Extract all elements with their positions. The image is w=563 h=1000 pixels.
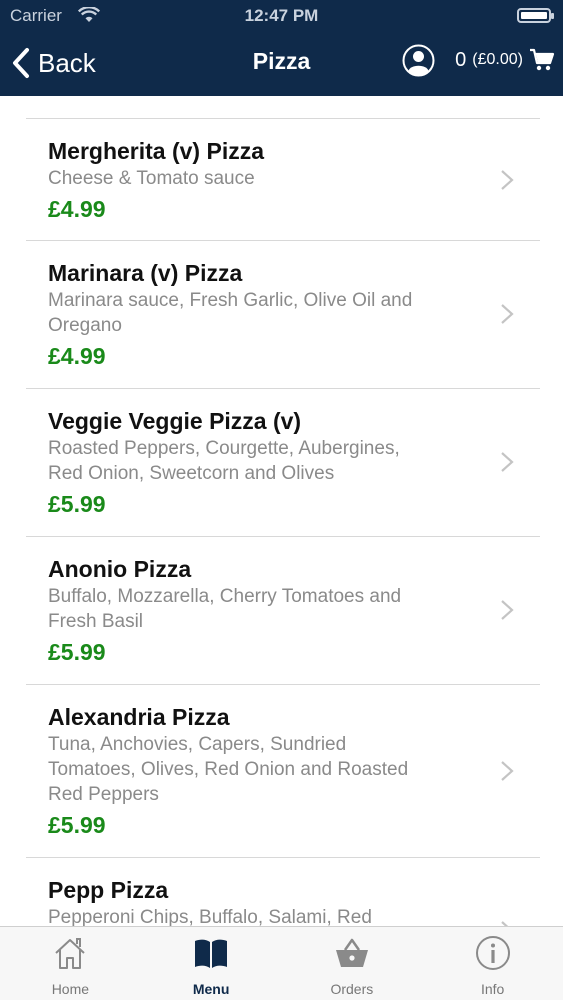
tab-bar: Home Menu Orders Info — [0, 926, 563, 1000]
menu-item[interactable]: Anonio Pizza Buffalo, Mozzarella, Cherry… — [26, 537, 540, 685]
cart-button[interactable]: 0 (£0.00) — [455, 48, 555, 72]
menu-item[interactable]: Veggie Veggie Pizza (v) Roasted Peppers,… — [26, 389, 540, 537]
info-icon — [475, 936, 510, 970]
item-description-line: Red Onion, Sweetcorn and Olives — [48, 463, 335, 484]
item-name: Pepp Pizza — [48, 877, 169, 903]
chevron-right-icon — [501, 304, 514, 324]
cart-icon — [530, 48, 555, 71]
item-name: Veggie Veggie Pizza (v) — [48, 408, 302, 434]
tab-label: Home — [51, 981, 90, 997]
tab-menu[interactable]: Menu — [141, 927, 282, 1000]
item-description-line: Buffalo, Mozzarella, Cherry Tomatoes and — [48, 586, 402, 607]
cart-count: 0 — [455, 48, 467, 71]
menu-list: Mergherita (v) Pizza Cheese & Tomato sau… — [0, 96, 563, 926]
item-name: Mergherita (v) Pizza — [48, 138, 264, 164]
chevron-right-icon — [501, 761, 514, 781]
tab-label: Menu — [192, 981, 230, 997]
tab-label: Orders — [330, 981, 374, 997]
item-name: Anonio Pizza — [48, 556, 192, 582]
home-icon — [55, 938, 86, 969]
profile-icon[interactable] — [402, 44, 435, 77]
item-description-line: Oregano — [48, 315, 122, 336]
item-description: Cheese & Tomato sauce — [48, 168, 255, 189]
item-price: £5.99 — [48, 639, 106, 665]
menu-item[interactable]: Marinara (v) Pizza Marinara sauce, Fresh… — [26, 241, 540, 389]
item-description-line: Fresh Basil — [48, 611, 144, 632]
item-price: £5.99 — [48, 812, 106, 838]
top-bar: Carrier 12:47 PM Back Pizza 0 (£0.00) — [0, 0, 563, 96]
menu-item[interactable]: Alexandria Pizza Tuna, Anchovies, Capers… — [26, 685, 540, 858]
menu-item[interactable]: Pepp Pizza Pepperoni Chips, Buffalo, Sal… — [26, 858, 540, 926]
basket-icon — [335, 938, 368, 967]
item-description-line: Tomatoes, Olives, Red Onion and Roasted — [48, 759, 409, 780]
item-description-line: Roasted Peppers, Courgette, Aubergines, — [48, 438, 400, 459]
item-price: £4.99 — [48, 343, 106, 369]
item-name: Alexandria Pizza — [48, 704, 230, 730]
tab-home[interactable]: Home — [0, 927, 141, 1000]
book-icon — [195, 939, 228, 968]
chevron-right-icon — [501, 452, 514, 472]
item-description-line: Marinara sauce, Fresh Garlic, Olive Oil … — [48, 290, 413, 311]
battery-icon — [517, 8, 554, 23]
chevron-right-icon — [501, 170, 514, 190]
menu-item[interactable]: Mergherita (v) Pizza Cheese & Tomato sau… — [26, 119, 540, 241]
status-bar: Carrier 12:47 PM — [0, 0, 563, 32]
status-time: 12:47 PM — [244, 6, 319, 25]
item-name: Marinara (v) Pizza — [48, 260, 243, 286]
tab-info[interactable]: Info — [422, 927, 563, 1000]
item-description-line: Red Peppers — [48, 784, 159, 805]
item-description-line: Pepperoni Chips, Buffalo, Salami, Red — [48, 907, 372, 926]
navigation-bar: Back Pizza 0 (£0.00) — [0, 32, 563, 96]
cart-total: (£0.00) — [472, 51, 523, 68]
chevron-right-icon — [501, 600, 514, 620]
tab-orders[interactable]: Orders — [282, 927, 423, 1000]
item-price: £5.99 — [48, 491, 106, 517]
tab-label: Info — [480, 981, 505, 997]
item-description-line: Tuna, Anchovies, Capers, Sundried — [48, 734, 347, 755]
item-price: £4.99 — [48, 196, 106, 222]
